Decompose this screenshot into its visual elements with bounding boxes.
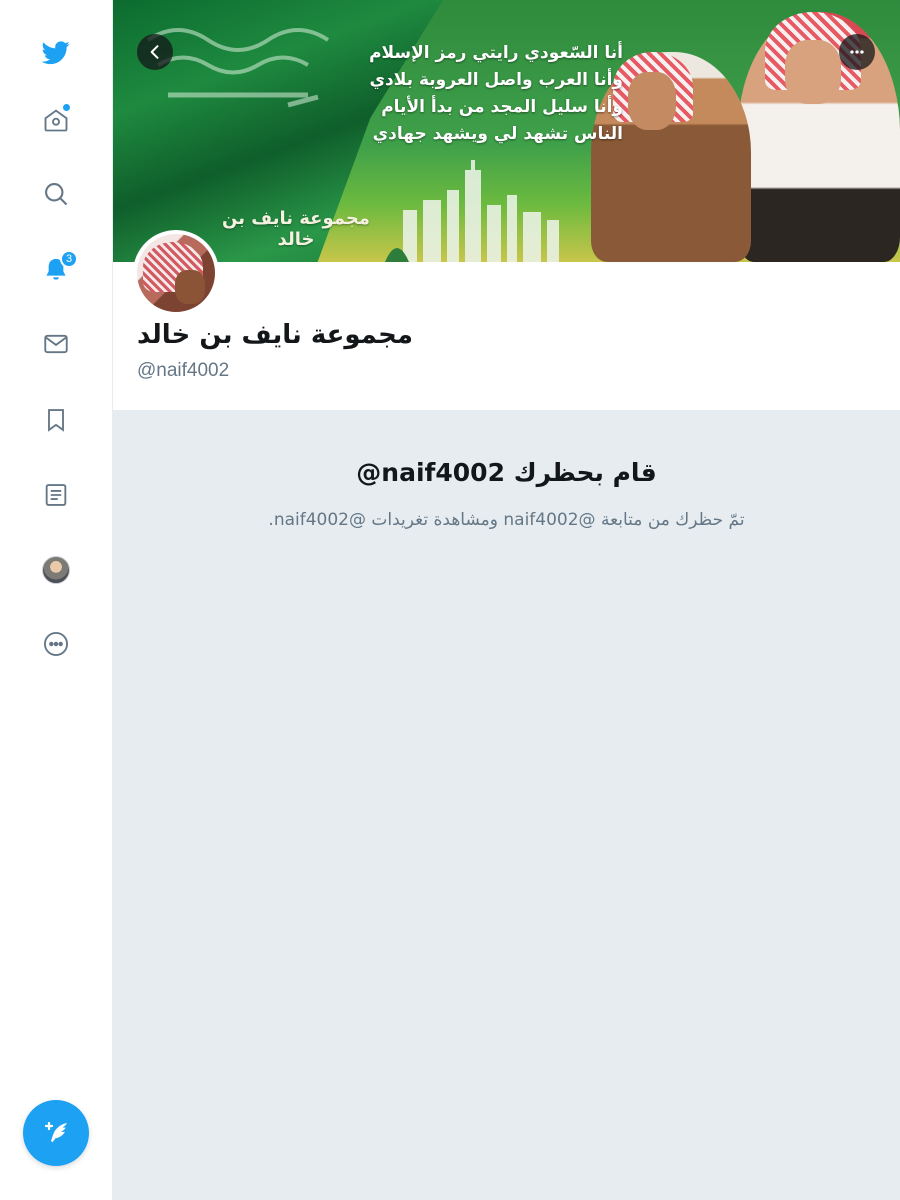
bookmarks-icon[interactable]: [26, 390, 86, 450]
poem-line: الناس تشهد لي ويشهد جهادي: [372, 124, 623, 144]
profile-avatar[interactable]: [133, 230, 219, 316]
twitter-logo-icon[interactable]: [26, 22, 86, 82]
notifications-icon[interactable]: 3: [26, 240, 86, 300]
home-new-dot: [63, 104, 70, 111]
profile-header: مجموعة نايف بن خالد @naif4002: [113, 230, 900, 410]
poem-line: وأنا سليل المجد من بدأ الأيام: [381, 97, 623, 117]
blocked-title: @naif4002 قام بحظرك: [356, 458, 657, 487]
profile-display-name: مجموعة نايف بن خالد: [137, 320, 413, 350]
chevron-left-icon: [150, 45, 159, 59]
more-icon[interactable]: [26, 614, 86, 674]
city-skyline-image: [385, 160, 559, 262]
notifications-badge: 3: [60, 250, 78, 268]
avatar: [42, 556, 70, 584]
more-horizontal-icon: [850, 50, 864, 54]
banner-group-text: مجموعة نايف بن خالد: [222, 208, 370, 250]
profile-avatar-icon[interactable]: [26, 540, 86, 600]
banner-poem: أنا السّعودي رايتي رمز الإسلام وأنا العر…: [313, 40, 623, 148]
avatar-face-shape: [175, 270, 205, 304]
blocked-description: تمّ حظرك من متابعة @naif4002 ومشاهدة تغر…: [268, 510, 745, 530]
search-icon[interactable]: [26, 164, 86, 224]
profile-banner: أنا السّعودي رايتي رمز الإسلام وأنا العر…: [113, 0, 900, 262]
app-window: 3 أنا السّعودي رايتي رمز الإسلام وأنا ال…: [0, 0, 900, 1200]
compose-tweet-button[interactable]: [23, 1100, 89, 1166]
face-left-shape: [628, 72, 676, 130]
lists-icon[interactable]: [26, 465, 86, 525]
compose-tweet-icon: [44, 1121, 67, 1143]
poem-line: وأنا العرب واصل العروبة بلادي: [369, 70, 623, 90]
profile-handle: @naif4002: [137, 360, 230, 381]
messages-icon[interactable]: [26, 314, 86, 374]
home-icon[interactable]: [26, 90, 86, 150]
sidebar-nav: 3: [0, 0, 113, 1200]
main-column: أنا السّعودي رايتي رمز الإسلام وأنا العر…: [113, 0, 900, 1200]
poem-line: أنا السّعودي رايتي رمز الإسلام: [369, 43, 623, 63]
face-right-shape: [785, 40, 841, 104]
back-button[interactable]: [137, 34, 173, 70]
profile-more-button[interactable]: [839, 34, 875, 70]
flag-calligraphy-icon: [146, 28, 330, 108]
